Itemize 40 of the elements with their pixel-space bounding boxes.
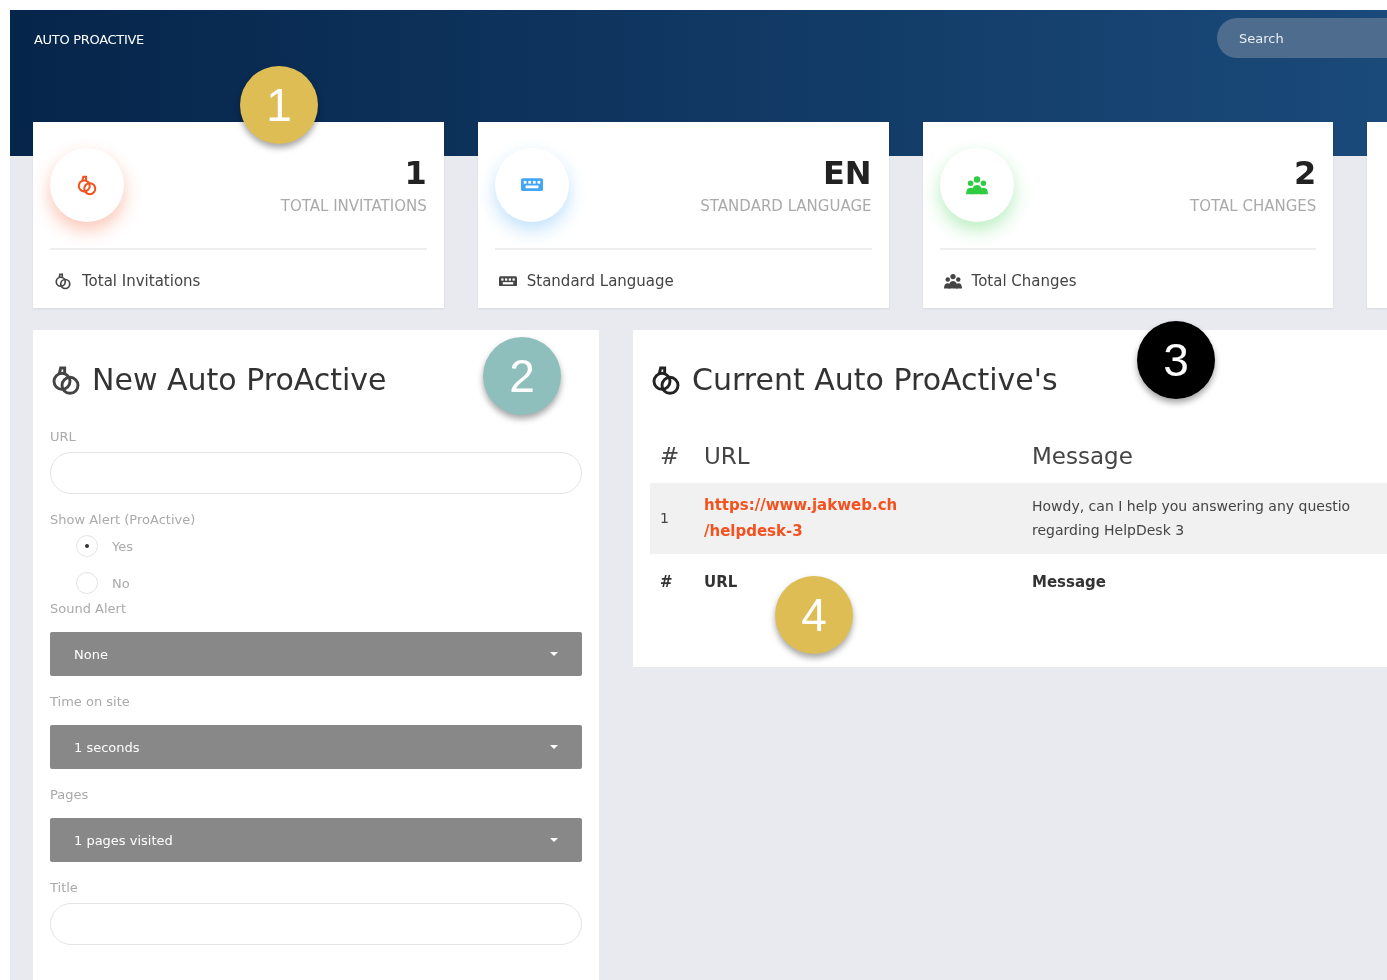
stat-value: 1 [403, 156, 427, 192]
input-field[interactable] [50, 452, 582, 494]
stat-caption: STANDARD LANGUAGE [700, 197, 872, 216]
radio-label: Yes [112, 538, 133, 554]
stat-caption: TOTAL CHANGES [1190, 197, 1317, 216]
input-field[interactable] [50, 903, 582, 945]
stat-value: 2 [1293, 156, 1317, 192]
app-title: AUTO PROACTIVE [34, 32, 144, 47]
column-header: Message [1022, 429, 1387, 483]
stat-footer: Total Invitations [82, 272, 201, 290]
caret-icon [550, 652, 558, 656]
field-label: Title [50, 880, 79, 895]
stat-footer: Total Changes [971, 272, 1077, 290]
table-cell: Howdy, can I help you answering any questio regarding HelpDesk 3 [1022, 483, 1387, 554]
field-label: Show Alert (ProActive) [50, 512, 197, 527]
stat-footer: Standard Language [526, 272, 674, 290]
field-label: Pages [50, 787, 90, 802]
select-dropdown[interactable]: None [50, 632, 582, 676]
rings-icon [54, 272, 72, 290]
radio-label: No [112, 575, 130, 591]
select-dropdown[interactable]: 1 pages visited [50, 818, 582, 862]
column-header: # [650, 429, 694, 483]
stat-value: EN [821, 156, 872, 192]
field-label: Time on site [50, 694, 131, 709]
caret-icon [550, 838, 558, 842]
people-icon [943, 272, 962, 290]
column-footer: # [650, 554, 694, 606]
stat-caption: TOTAL INVITATIONS [280, 197, 427, 216]
panel-title: Current Auto ProActive's [692, 362, 1058, 397]
column-header: URL [694, 429, 1022, 483]
keyboard-icon [498, 275, 517, 287]
caret-icon [550, 745, 558, 749]
field-label: Sound Alert [50, 601, 127, 616]
field-label: URL [50, 429, 77, 444]
search-field[interactable]: Search [1217, 18, 1387, 58]
panel-title: New Auto ProActive [92, 362, 387, 397]
select-dropdown[interactable]: 1 seconds [50, 725, 582, 769]
column-footer: Message [1022, 554, 1387, 606]
table-cell: 1 [650, 483, 694, 554]
url-link[interactable]: https://www.jakweb.ch /helpdesk-3 [694, 483, 1022, 554]
